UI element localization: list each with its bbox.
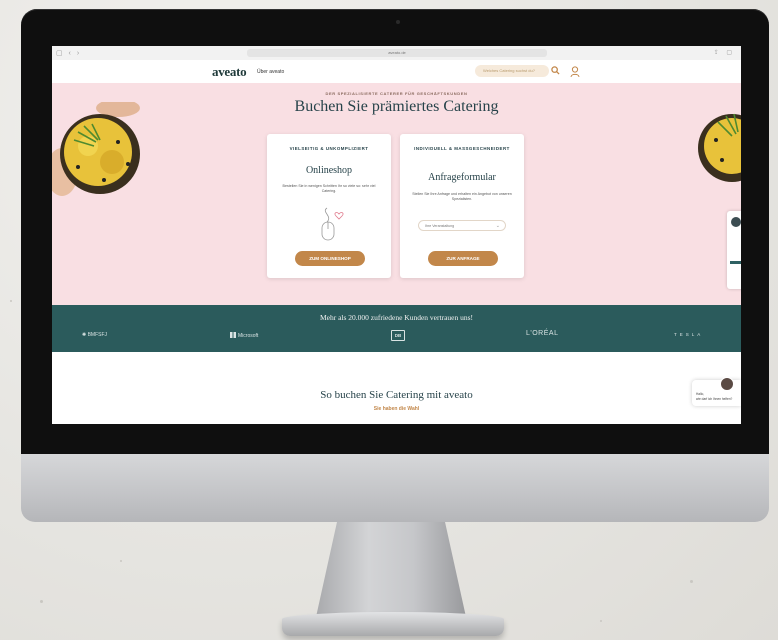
anfrage-button[interactable]: ZUR ANFRAGE [428,251,498,266]
how-to-section: So buchen Sie Catering mit aveato Sie ha… [52,352,741,424]
card-eyebrow: VIELSEITIG & UNKOMPLIZIERT [289,146,369,151]
select-value: Ihre Veranstaltung [425,224,455,228]
camera-dot [396,20,400,24]
imac-chin [21,454,769,522]
card-anfrage: INDIVIDUELL & MASSGESCHNEIDERT Anfragefo… [400,134,524,278]
browser-share-icons[interactable]: ⇪ ▢ [714,49,735,56]
section-title: So buchen Sie Catering mit aveato [320,389,473,401]
screen: ▢ ‹ › aveato.de ⇪ ▢ aveato Über aveato W… [52,46,741,424]
card-title: Anfrageformular [428,172,496,183]
imac-stand-foot [282,612,504,636]
side-widget[interactable] [727,211,741,289]
section-subtitle: Sie haben die Wahl [373,406,420,412]
hero-title: Buchen Sie prämiertes Catering [294,98,499,115]
card-text: Stellen Sie Ihre Anfrage und erhalten ei… [412,192,512,201]
chat-message: Hallo, wie darf ich Ihnen helfen? [696,392,733,401]
avatar [731,217,741,227]
food-image-left [52,99,144,202]
card-title: Onlineshop [305,165,353,176]
address-bar[interactable]: aveato.de [247,49,547,57]
card-text: Bestellen Sie in wenigen Schritten Ihr s… [282,184,376,193]
trust-bar: Mehr als 20.000 zufriedene Kunden vertra… [52,305,741,352]
brand-logo-bmfsfj: ✺ BMFSFJ [82,332,108,338]
card-eyebrow: INDIVIDUELL & MASSGESCHNEIDERT [414,146,510,151]
nav-link-about[interactable]: Über aveato [257,69,284,75]
chat-widget[interactable]: Hallo, wie darf ich Ihnen helfen? [692,377,741,406]
chat-avatar [720,377,734,391]
hero-section: DER SPEZIALISIERTE CATERER FÜR GESCHÄFTS… [52,83,741,305]
browser-nav-icons[interactable]: ▢ ‹ › [56,49,81,57]
aveato-logo[interactable]: aveato [212,64,247,80]
search-input[interactable]: Welches Catering suchst du? [475,65,549,77]
onlineshop-button[interactable]: ZUM ONLINESHOP [295,251,365,266]
mouse-heart-icon [321,207,344,241]
imac-stand [316,522,466,617]
brand-logo-db: DB [391,330,405,341]
bg-speck [600,620,602,622]
site-header: aveato Über aveato Welches Catering such… [52,60,741,83]
hero-eyebrow: DER SPEZIALISIERTE CATERER FÜR GESCHÄFTS… [325,91,468,96]
event-type-select[interactable]: Ihre Veranstaltung ⌄ [418,220,506,231]
user-icon[interactable] [570,65,580,78]
search-icon[interactable] [551,66,561,76]
bg-speck [120,560,122,562]
bg-speck [10,300,12,302]
bg-speck [690,580,693,583]
widget-bar [730,261,741,264]
card-onlineshop: VIELSEITIG & UNKOMPLIZIERT Onlineshop Be… [267,134,391,278]
browser-toolbar: ▢ ‹ › aveato.de ⇪ ▢ [52,46,741,61]
trust-title: Mehr als 20.000 zufriedene Kunden vertra… [319,313,474,322]
chevron-down-icon: ⌄ [495,223,500,229]
brand-logo-microsoft: Microsoft [230,332,258,339]
brand-logo-tesla: TESLA [674,332,704,337]
brand-logo-loreal: L'ORÉAL [526,330,559,337]
bg-speck [40,600,43,603]
